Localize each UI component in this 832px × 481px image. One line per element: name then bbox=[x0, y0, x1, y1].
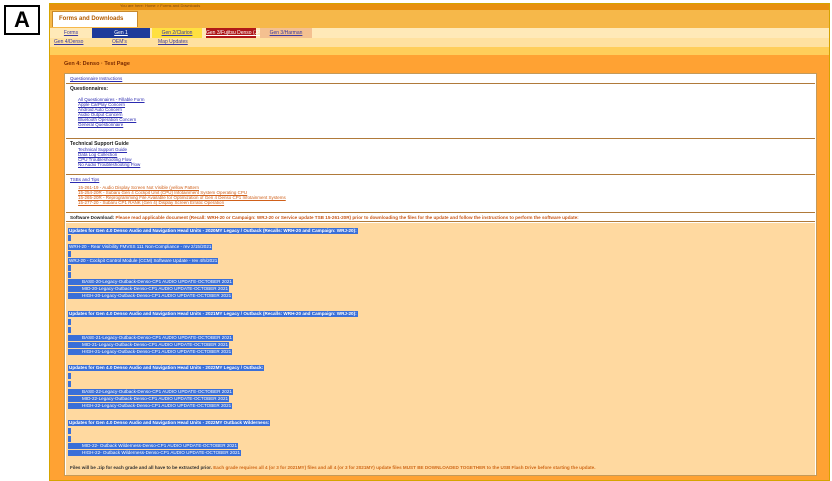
link-recall-wrh-20[interactable]: WRH-20 - Rear Visibility FMVSS 111 Non-C… bbox=[68, 244, 213, 250]
gold-band bbox=[50, 47, 829, 55]
link-questionnaire[interactable]: General Questionnaire bbox=[70, 122, 811, 127]
selection-mark bbox=[68, 327, 71, 333]
link-update-file[interactable]: HIGH-21-Legacy-Outback-Denso-CP1 AUDIO U… bbox=[68, 349, 233, 355]
tab-gen-2-clarion[interactable]: Gen 2/Clarion bbox=[152, 28, 202, 38]
link-update-file[interactable]: MID-22- Outback Wilderness-Denso-CP1 AUD… bbox=[68, 443, 239, 449]
tab-map-updates[interactable]: Map Updates bbox=[158, 38, 188, 47]
software-download-note: Please read applicable document (Recall:… bbox=[115, 215, 579, 220]
link-questionnaire-instructions[interactable]: Questionnaire Instructions bbox=[70, 76, 811, 82]
header-bar bbox=[50, 10, 829, 28]
content-panel: Questionnaire Instructions Questionnaire… bbox=[64, 73, 817, 476]
tech-support-box: Technical Support Guide Technical Suppor… bbox=[66, 140, 815, 175]
link-update-file[interactable]: BASE-22-Legacy-Outback-Denso-CP1 AUDIO U… bbox=[68, 389, 233, 395]
heading-2021my: Updates for Gen 4.0 Denso Audio and Navi… bbox=[68, 311, 358, 317]
link-tsb[interactable]: 15-277-20 - Subaru CP1 RANK (Gen 4) Disp… bbox=[70, 200, 811, 205]
selection-mark bbox=[68, 436, 71, 442]
software-download-label: Software Download: bbox=[70, 215, 115, 220]
software-download-box: Software Download: Please read applicabl… bbox=[66, 214, 815, 222]
page-title: Gen 4: Denso · Test Page bbox=[64, 61, 130, 67]
footer-note: Files will be .zip for each grade and al… bbox=[70, 465, 596, 471]
tab-forms-and-downloads[interactable]: Forms and Downloads bbox=[52, 11, 138, 27]
heading-2020my: Updates for Gen 4.0 Denso Audio and Navi… bbox=[68, 228, 358, 234]
tips-box: TSBs and Tips 15-261-19 - Audio Display … bbox=[66, 176, 815, 213]
tab-gen-3-fujitsu[interactable]: Gen 3/Fujitsu Denso (JP) bbox=[206, 28, 262, 38]
footer-note-zip: Files will be .zip for each grade and al… bbox=[70, 465, 212, 470]
link-update-file[interactable]: HIGH-20-Legacy-Outback-Denso-CP1 AUDIO U… bbox=[68, 293, 233, 299]
figure-frame: A You are here: Home > Forms and Downloa… bbox=[0, 0, 832, 481]
selection-mark bbox=[68, 319, 71, 325]
tab-oems[interactable]: OEM's bbox=[112, 38, 127, 47]
selection-mark bbox=[68, 428, 71, 434]
tab-forms[interactable]: Forms bbox=[54, 28, 88, 38]
heading-2022my-wilderness: Updates for Gen 4.0 Denso Audio and Navi… bbox=[68, 420, 271, 426]
updates-section: Updates for Gen 4.0 Denso Audio and Navi… bbox=[66, 223, 815, 475]
link-tech-support[interactable]: No Audio Troubleshooting Flow bbox=[70, 162, 811, 167]
tab-gen-4-denso[interactable]: Gen 4/Denso bbox=[54, 38, 83, 47]
footer-note-warning: Each grade requires all 4 (or 3 for 2021… bbox=[213, 465, 596, 470]
link-update-file[interactable]: HIGH-22- Outback Wilderness-Denso-CP1 AU… bbox=[68, 450, 242, 456]
selection-mark bbox=[68, 251, 71, 257]
instructions-box: Questionnaire Instructions bbox=[66, 75, 815, 84]
questionnaires-box: Questionnaires: All Questionnaires - Fil… bbox=[66, 85, 815, 139]
heading-2022my: Updates for Gen 4.0 Denso Audio and Navi… bbox=[68, 365, 265, 371]
link-update-file[interactable]: MID-22-Legacy-Outback-Denso-CP1 AUDIO UP… bbox=[68, 396, 230, 402]
link-campaign-wrj-20[interactable]: WRJ-20 - Cockpit Control Module (CCM) So… bbox=[68, 258, 219, 264]
tab-gen-1[interactable]: Gen 1 bbox=[92, 28, 150, 38]
link-update-file[interactable]: MID-20-Legacy-Outback-Denso-CP1 AUDIO UP… bbox=[68, 286, 230, 292]
browser-screenshot: You are here: Home > Forms and Downloads… bbox=[49, 3, 830, 481]
selection-mark bbox=[68, 272, 71, 278]
selection-mark bbox=[68, 381, 71, 387]
panel-label: A bbox=[4, 5, 40, 35]
link-update-file[interactable]: HIGH-22-Legacy-Outback-Denso-CP1 AUDIO U… bbox=[68, 403, 233, 409]
link-update-file[interactable]: BASE-20-Legacy-Outback-Denso-CP1 AUDIO U… bbox=[68, 279, 233, 285]
tab-gen-3-harman[interactable]: Gen 3/Harman bbox=[260, 28, 312, 38]
selection-mark bbox=[68, 373, 71, 379]
selection-mark bbox=[68, 265, 71, 271]
link-update-file[interactable]: MID-21-Legacy-Outback-Denso-CP1 AUDIO UP… bbox=[68, 342, 230, 348]
selection-mark bbox=[68, 235, 71, 241]
link-update-file[interactable]: BASE-21-Legacy-Outback-Denso-CP1 AUDIO U… bbox=[68, 335, 233, 341]
breadcrumb: You are here: Home > Forms and Downloads bbox=[120, 3, 201, 8]
